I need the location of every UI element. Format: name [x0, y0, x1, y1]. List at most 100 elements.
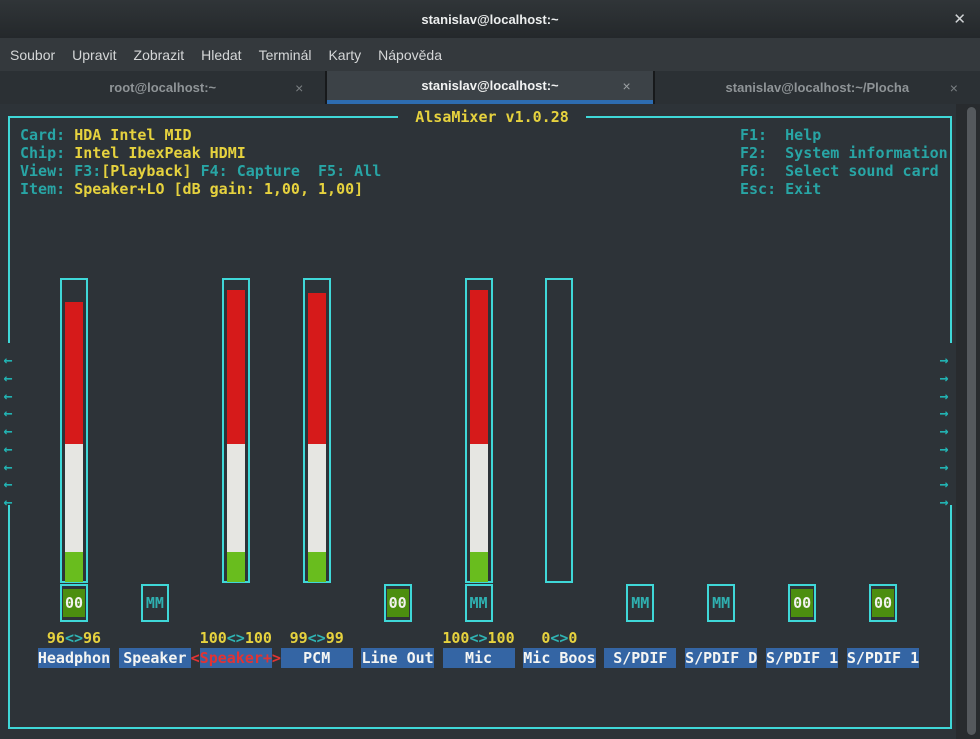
- tab-root-localhost[interactable]: root@localhost:~ ×: [0, 71, 325, 104]
- mute-indicator-box[interactable]: MM: [626, 584, 654, 622]
- mixer-card-line: Card: HDA Intel MID: [20, 126, 192, 144]
- channel-label[interactable]: S/PDIF 1: [847, 648, 919, 668]
- muted-indicator: MM: [469, 594, 487, 612]
- menu-item-upravit[interactable]: Upravit: [72, 47, 116, 63]
- channel-volume-value: 0<>0: [518, 629, 600, 647]
- mute-indicator-box[interactable]: 00: [384, 584, 412, 622]
- mixer-box-border-right-lower: [950, 505, 952, 729]
- tab-label: stanislav@localhost:~: [421, 78, 558, 93]
- muted-indicator: MM: [146, 594, 164, 612]
- mixer-box-border-left-upper: [8, 116, 10, 343]
- menu-item-napoveda[interactable]: Nápověda: [378, 47, 442, 63]
- item-value: Speaker+LO [dB gain: 1,00, 1,00]: [74, 180, 363, 198]
- menu-bar: Soubor Upravit Zobrazit Hledat Terminál Karty…: [0, 38, 980, 71]
- keybind-f2-sysinfo: F2: System information: [740, 144, 948, 162]
- view-label: View: F3:: [20, 162, 101, 180]
- value-separator: <>: [65, 629, 83, 647]
- tab-close-icon[interactable]: ×: [950, 80, 958, 96]
- scroll-right-arrow-icon: →: [936, 422, 952, 440]
- scroll-right-arrow-icon: →: [936, 458, 952, 476]
- window-titlebar: stanislav@localhost:~ ✕: [0, 0, 980, 38]
- chip-value: Intel IbexPeak HDMI: [74, 144, 246, 162]
- scroll-right-arrow-icon: →: [936, 475, 952, 493]
- view-other-modes: F4: Capture F5: All: [192, 162, 382, 180]
- scroll-left-arrow-icon: ←: [0, 369, 16, 387]
- item-label: Item:: [20, 180, 74, 198]
- channel-column-6[interactable]: 0<>0Mic Boos: [518, 278, 600, 674]
- channel-column-1[interactable]: MMSpeaker: [114, 278, 196, 674]
- unmuted-indicator: 00: [387, 589, 409, 617]
- value-number: 96: [47, 629, 65, 647]
- scroll-left-arrow-icon: ←: [0, 458, 16, 476]
- volume-fill-red: [227, 290, 245, 444]
- scroll-left-arrow-icon: ←: [0, 475, 16, 493]
- tab-close-icon[interactable]: ×: [295, 80, 303, 96]
- value-separator: <>: [550, 629, 568, 647]
- channel-column-10[interactable]: 00 S/PDIF 1: [842, 278, 924, 674]
- channel-column-4[interactable]: 00Line Out: [357, 278, 439, 674]
- channel-column-3[interactable]: 99<>99PCM: [276, 278, 358, 674]
- unmuted-indicator: 00: [872, 589, 894, 617]
- volume-fill-white: [65, 444, 83, 552]
- value-number: 100: [488, 629, 515, 647]
- muted-indicator: MM: [712, 594, 730, 612]
- menu-item-soubor[interactable]: Soubor: [10, 47, 55, 63]
- volume-fill-red: [65, 302, 83, 444]
- value-separator: <>: [469, 629, 487, 647]
- mixer-title: AlsaMixer v1.0.28: [398, 108, 586, 126]
- scroll-left-arrow-icon: ←: [0, 422, 16, 440]
- channel-column-0[interactable]: 0096<>96Headphon: [33, 278, 115, 674]
- scroll-left-arrow-icon: ←: [0, 440, 16, 458]
- unmuted-indicator: 00: [63, 589, 85, 617]
- channel-column-5[interactable]: MM100<>100Mic: [438, 278, 520, 674]
- scroll-right-arrow-icon: →: [936, 387, 952, 405]
- tab-label: stanislav@localhost:~/Plocha: [726, 80, 910, 95]
- channel-column-7[interactable]: MMS/PDIF: [599, 278, 681, 674]
- scroll-right-arrow-icon: →: [936, 351, 952, 369]
- channel-volume-value: 100<>100: [438, 629, 520, 647]
- volume-fill-red: [308, 293, 326, 444]
- scroll-right-arrow-icon: →: [936, 493, 952, 511]
- channel-volume-value: 100<>100: [195, 629, 277, 647]
- chip-label: Chip:: [20, 144, 74, 162]
- mute-indicator-box[interactable]: MM: [707, 584, 735, 622]
- mute-indicator-box[interactable]: 00: [788, 584, 816, 622]
- channel-column-2[interactable]: 100<>100<Speaker+>: [195, 278, 277, 674]
- card-label: Card:: [20, 126, 74, 144]
- scroll-right-arrow-icon: →: [936, 369, 952, 387]
- mute-indicator-box[interactable]: MM: [141, 584, 169, 622]
- mixer-chip-line: Chip: Intel IbexPeak HDMI: [20, 144, 246, 162]
- keybind-f6-soundcard: F6: Select sound card: [740, 162, 939, 180]
- channel-column-9[interactable]: 00S/PDIF 1: [761, 278, 843, 674]
- scroll-left-arrow-icon: ←: [0, 351, 16, 369]
- menu-item-zobrazit[interactable]: Zobrazit: [134, 47, 185, 63]
- value-separator: <>: [308, 629, 326, 647]
- tab-stanislav-localhost[interactable]: stanislav@localhost:~ ×: [327, 71, 652, 104]
- tab-close-icon[interactable]: ×: [622, 78, 630, 94]
- terminal-screen[interactable]: AlsaMixer v1.0.28 Card: HDA Intel MID Ch…: [0, 104, 980, 739]
- mute-indicator-box[interactable]: MM: [465, 584, 493, 622]
- terminal-scrollbar-track[interactable]: [956, 104, 980, 739]
- selected-open-bracket: <: [191, 648, 200, 668]
- volume-fill-green: [65, 552, 83, 582]
- volume-fill-green: [308, 552, 326, 582]
- menu-item-karty[interactable]: Karty: [328, 47, 361, 63]
- view-active-mode: [Playback]: [101, 162, 191, 180]
- keybind-f1-help: F1: Help: [740, 126, 821, 144]
- mixer-view-line: View: F3:[Playback] F4: Capture F5: All: [20, 162, 381, 180]
- tab-label: root@localhost:~: [109, 80, 216, 95]
- window-close-icon[interactable]: ✕: [953, 10, 966, 28]
- channel-column-8[interactable]: MMS/PDIF D: [680, 278, 762, 674]
- mute-indicator-box[interactable]: 00: [60, 584, 88, 622]
- menu-item-hledat[interactable]: Hledat: [201, 47, 241, 63]
- channel-label-row: S/PDIF 1: [802, 648, 964, 668]
- scroll-left-arrow-icon: ←: [0, 387, 16, 405]
- terminal-scrollbar-thumb[interactable]: [967, 107, 976, 735]
- volume-bar-box[interactable]: [545, 278, 573, 583]
- volume-fill-white: [470, 444, 488, 552]
- mute-indicator-box[interactable]: 00: [869, 584, 897, 622]
- mixer-item-line: Item: Speaker+LO [dB gain: 1,00, 1,00]: [20, 180, 363, 198]
- menu-item-terminal[interactable]: Terminál: [259, 47, 312, 63]
- tab-stanislav-plocha[interactable]: stanislav@localhost:~/Plocha ×: [655, 71, 980, 104]
- mixer-box-border-left-lower: [8, 505, 10, 729]
